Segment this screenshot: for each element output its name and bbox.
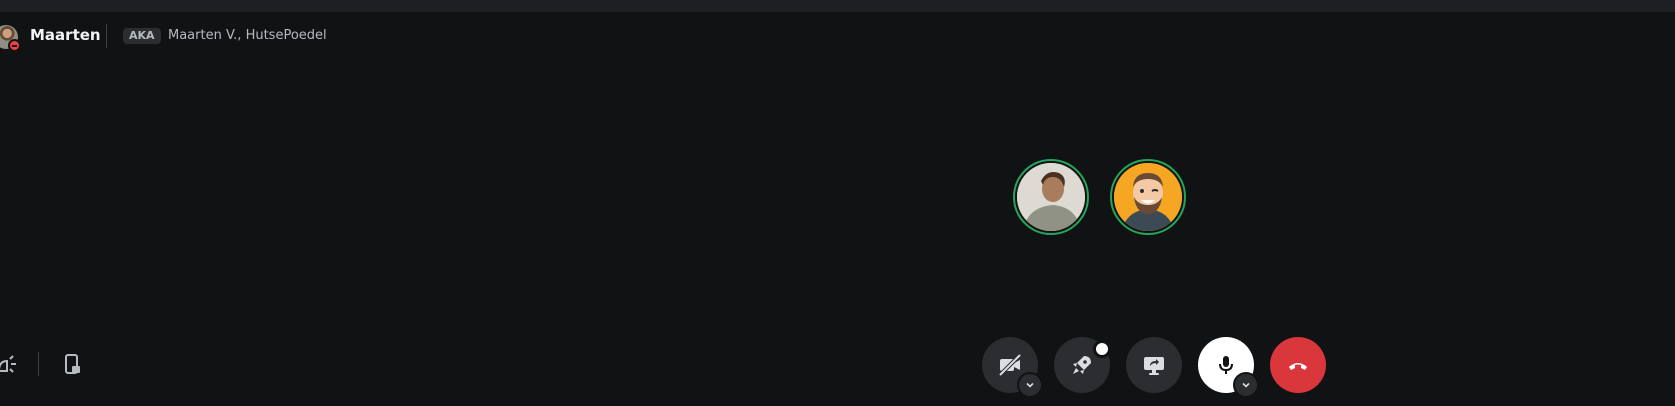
microphone-options-button[interactable] bbox=[1233, 372, 1259, 398]
popout-button[interactable] bbox=[60, 352, 84, 376]
activity-notification-dot bbox=[1093, 340, 1111, 358]
camera-off-icon bbox=[998, 353, 1022, 377]
aka-names: Maarten V., HutsePoedel bbox=[168, 28, 327, 43]
cartoon-face-icon bbox=[1114, 163, 1182, 231]
status-dnd-icon bbox=[8, 39, 21, 52]
disconnect-button[interactable] bbox=[1270, 337, 1326, 393]
chevron-down-icon bbox=[1026, 382, 1034, 388]
username[interactable]: Maarten bbox=[30, 26, 101, 44]
header-divider bbox=[106, 24, 107, 48]
camera-options-button[interactable] bbox=[1017, 372, 1043, 398]
popout-icon bbox=[65, 354, 80, 374]
rocket-icon bbox=[1073, 356, 1091, 374]
bottom-divider bbox=[38, 352, 39, 376]
hang-up-icon bbox=[1289, 363, 1307, 370]
participant-avatar-2[interactable] bbox=[1110, 159, 1186, 235]
soundboard-button[interactable] bbox=[0, 352, 20, 376]
soundboard-icon bbox=[0, 355, 16, 373]
chevron-down-icon bbox=[1242, 382, 1250, 388]
screen-share-icon bbox=[1144, 357, 1164, 375]
microphone-icon bbox=[1219, 356, 1233, 374]
aka-badge: AKA bbox=[123, 28, 161, 44]
person-photo-icon bbox=[1017, 163, 1085, 231]
participant-avatar-1[interactable] bbox=[1013, 159, 1089, 235]
screen-share-button[interactable] bbox=[1126, 337, 1182, 393]
top-bar bbox=[0, 0, 1675, 12]
